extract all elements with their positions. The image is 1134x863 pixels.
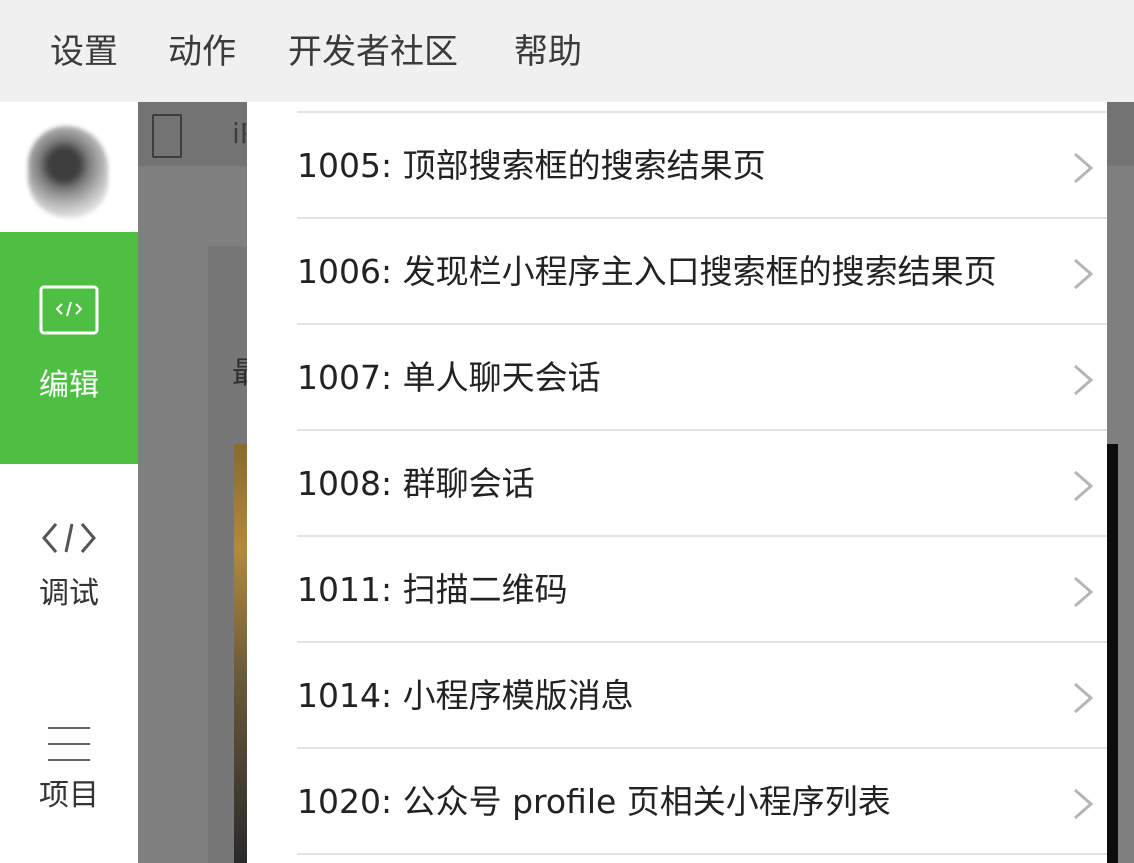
sidebar-item-debug[interactable]: 调试 [0,464,138,668]
list-item-label: 1007: 单人聊天会话 [297,358,601,397]
sidebar-item-edit[interactable]: 编辑 [0,232,138,464]
chevron-right-icon [1071,363,1095,401]
chevron-right-icon [1071,575,1095,613]
list-item[interactable]: 1005: 顶部搜索框的搜索结果页 [297,113,1107,219]
list-item[interactable]: 1008: 群聊会话 [297,431,1107,537]
menu-actions[interactable]: 动作 [168,30,236,74]
chevron-right-icon [1071,787,1095,825]
chevron-right-icon [1071,257,1095,295]
code-window-icon [38,284,100,340]
preview-heading: 最 [232,356,248,391]
list-item-label: 1011: 扫描二维码 [297,570,568,609]
code-brackets-icon [38,518,100,562]
hamburger-menu-icon [38,724,100,768]
device-label: iP [232,117,246,150]
sidebar-item-label: 项目 [39,778,99,813]
device-icon [152,114,182,158]
list-item-label: 1020: 公众号 profile 页相关小程序列表 [297,782,891,821]
chevron-right-icon [1071,151,1095,189]
list-item-label: 1005: 顶部搜索框的搜索结果页 [297,146,766,185]
list-item[interactable]: 1011: 扫描二维码 [297,537,1107,643]
scene-list-sheet: 1005: 顶部搜索框的搜索结果页 1006: 发现栏小程序主入口搜索框的搜索结… [247,102,1107,863]
list-item-label: 1014: 小程序模版消息 [297,676,634,715]
list-item[interactable]: 1006: 发现栏小程序主入口搜索框的搜索结果页 [297,219,1107,325]
list-item-label: 1006: 发现栏小程序主入口搜索框的搜索结果页 [297,252,997,291]
list-item-label: 1008: 群聊会话 [297,464,535,503]
avatar[interactable] [4,106,136,232]
list-item[interactable]: 1020: 公众号 profile 页相关小程序列表 [297,749,1107,855]
avatar-image [28,126,108,218]
sidebar-item-label: 编辑 [39,368,99,403]
chevron-right-icon [1071,681,1095,719]
sidebar: 编辑 调试 项目 [0,102,138,863]
chevron-right-icon [1071,469,1095,507]
menu-bar: 设置 动作 开发者社区 帮助 [0,0,1134,102]
sidebar-item-label: 调试 [39,576,99,611]
list-item[interactable]: 1007: 单人聊天会话 [297,325,1107,431]
menu-developer-community[interactable]: 开发者社区 [288,30,458,74]
menu-help[interactable]: 帮助 [514,30,582,74]
list-item[interactable]: 1014: 小程序模版消息 [297,643,1107,749]
sidebar-item-project[interactable]: 项目 [0,668,138,863]
menu-settings[interactable]: 设置 [50,30,118,74]
